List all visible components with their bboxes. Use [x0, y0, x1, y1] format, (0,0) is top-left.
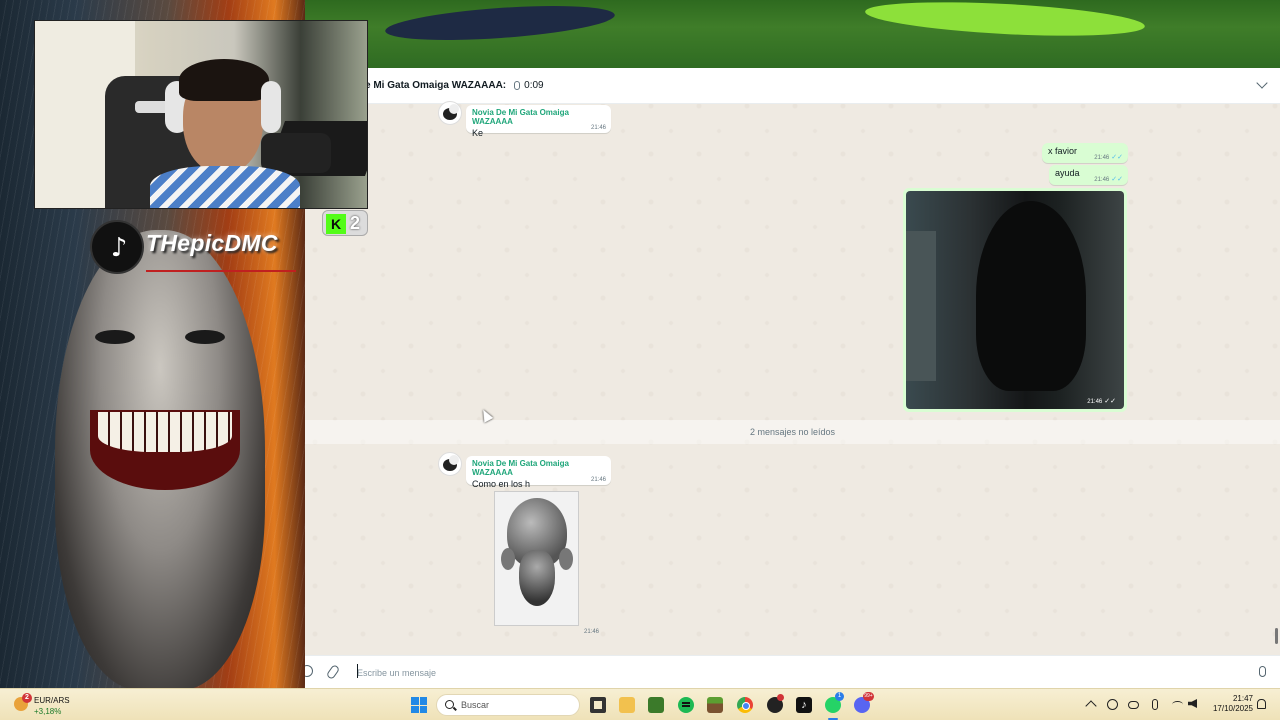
mic-icon[interactable]: [1259, 666, 1266, 677]
stock-widget[interactable]: 2 EUR/ARS +3,18%: [12, 693, 92, 717]
whatsapp-badge: 1: [835, 692, 844, 701]
tiktok-icon: ♪: [110, 233, 128, 263]
voice-duration: 0:09: [524, 80, 544, 91]
message-time: 21:46 ✓✓: [1094, 154, 1123, 161]
text-caret: [357, 664, 358, 678]
kick-viewer-count: 2: [350, 213, 361, 233]
message-input[interactable]: [357, 664, 1237, 682]
taskbar-search[interactable]: Buscar: [436, 694, 580, 716]
joker-eye: [185, 330, 225, 344]
statue-ear: [501, 548, 515, 570]
windows-logo-pane: [419, 705, 427, 713]
streamer-shirt: [150, 166, 300, 208]
chat-header-name: e Mi Gata Omaiga WAZAAAA:: [365, 80, 507, 91]
headphones-icon: [261, 81, 281, 133]
message-time: 21:46 ✓✓: [1087, 398, 1116, 405]
player-green: [864, 0, 1146, 42]
double-check-icon: ✓✓: [1111, 176, 1123, 183]
webcam-feed: [34, 20, 368, 209]
emoji-icon[interactable]: [305, 665, 313, 677]
chat-header[interactable]: e Mi Gata Omaiga WAZAAAA: 0:09: [305, 68, 1280, 104]
tiktok-icon[interactable]: ♪: [796, 697, 812, 713]
message-sender: Novia De Mi Gata Omaiga WAZAAAA: [472, 108, 569, 126]
double-check-icon: ✓✓: [1111, 154, 1123, 161]
widget-badge: 2: [22, 693, 32, 703]
windows-logo-pane: [411, 697, 419, 705]
double-check-icon: ✓✓: [1104, 398, 1116, 405]
message-text: Como en los h: [472, 479, 531, 489]
chevron-up-icon[interactable]: [1085, 700, 1097, 712]
discord-badge: 99+: [863, 692, 874, 701]
video-door: [906, 231, 936, 381]
file-explorer-icon[interactable]: [619, 697, 635, 713]
statue-ear: [559, 548, 573, 570]
video-message[interactable]: 21:46 ✓✓: [903, 188, 1127, 412]
windows-start-button[interactable]: [411, 697, 427, 713]
search-icon: [445, 700, 454, 709]
ticker-name: EUR/ARS: [34, 696, 70, 705]
taskbar-clock[interactable]: 21:47 17/10/2025: [1205, 694, 1253, 714]
joker-eye: [95, 330, 135, 344]
message-sender: Novia De Mi Gata Omaiga WAZAAAA: [472, 459, 569, 477]
volume-icon[interactable]: [1188, 699, 1197, 708]
avatar[interactable]: [438, 452, 462, 476]
ticker-change: +3,18%: [34, 707, 62, 716]
player-blue: [384, 0, 616, 46]
message-time: 21:46: [584, 629, 600, 635]
notification-bell-icon[interactable]: [1257, 699, 1266, 709]
whatsapp-chat-pane: e Mi Gata Omaiga WAZAAAA: 0:09 Novia De …: [305, 0, 1280, 688]
onedrive-icon[interactable]: [1128, 701, 1139, 709]
sync-icon[interactable]: [1107, 699, 1118, 710]
statue-face: [519, 550, 555, 606]
message-outgoing[interactable]: ayuda 21:46 ✓✓: [1049, 165, 1128, 185]
chrome-icon[interactable]: [737, 697, 753, 713]
tiktok-handle-tag: ♪ THepicDMC: [90, 220, 302, 274]
message-outgoing[interactable]: x favior 21:46 ✓✓: [1042, 143, 1128, 163]
mic-icon[interactable]: [1152, 699, 1158, 710]
message-text: Ke: [472, 128, 484, 138]
recording-dot: [777, 694, 784, 701]
image-message[interactable]: [494, 491, 579, 626]
kick-viewer-badge: K 2: [322, 210, 368, 236]
kick-icon: K: [326, 214, 346, 234]
message-composer: [305, 655, 1280, 688]
mic-icon: [514, 81, 521, 90]
windows-logo-pane: [411, 705, 419, 713]
message-incoming[interactable]: Novia De Mi Gata Omaiga WAZAAAA Como en …: [466, 456, 611, 489]
chevron-down-icon[interactable]: [1256, 77, 1268, 89]
video-thumbnail[interactable]: 21:46 ✓✓: [906, 191, 1124, 409]
attach-icon[interactable]: [325, 663, 341, 681]
message-text: ayuda: [1055, 168, 1080, 178]
message-incoming[interactable]: Novia De Mi Gata Omaiga WAZAAAA Ke 21:46: [466, 105, 611, 138]
message-time: 21:46 ✓✓: [1094, 176, 1123, 183]
tiktok-logo: ♪: [90, 220, 144, 274]
unread-divider: 2 mensajes no leídos: [305, 420, 1280, 444]
minecraft-icon[interactable]: [648, 697, 664, 713]
joker-teeth: [98, 412, 232, 452]
avatar[interactable]: [438, 101, 462, 125]
search-label: Buscar: [461, 700, 490, 710]
message-time: 21:46: [590, 125, 606, 131]
clock-time: 21:47: [1232, 694, 1253, 703]
handle-underline: [146, 270, 296, 272]
spotify-icon[interactable]: [678, 697, 694, 713]
task-view-icon[interactable]: [590, 697, 606, 713]
wifi-icon[interactable]: [1172, 701, 1183, 708]
scrollbar-thumb[interactable]: [1275, 628, 1278, 644]
windows-logo-pane: [419, 697, 427, 705]
microphone: [261, 133, 331, 173]
video-figure: [976, 201, 1086, 391]
message-text: x favior: [1048, 146, 1078, 156]
clock-date: 17/10/2025: [1212, 704, 1253, 713]
streamer-hair: [179, 59, 269, 101]
tiktok-handle: THepicDMC: [146, 230, 278, 256]
football-stream-banner: [305, 0, 1280, 68]
windows-taskbar: 2 EUR/ARS +3,18% Buscar ♪ 1 99+ 21:47 17…: [0, 688, 1280, 720]
minecraft-grass-icon[interactable]: [707, 697, 723, 713]
message-time: 21:46: [590, 477, 606, 483]
